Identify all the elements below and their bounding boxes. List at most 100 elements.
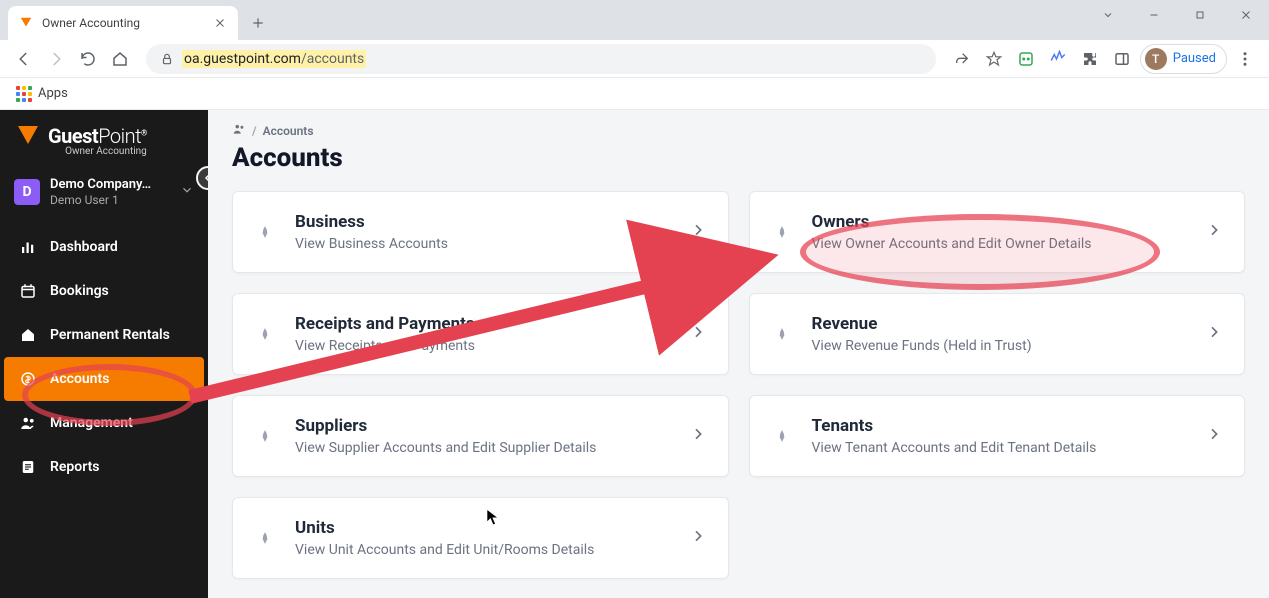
- chevron-right-icon: [1206, 324, 1222, 344]
- nav-reload-button[interactable]: [74, 45, 102, 73]
- pin-icon[interactable]: [772, 225, 792, 239]
- card-suppliers[interactable]: Suppliers View Supplier Accounts and Edit…: [232, 395, 729, 477]
- card-tenants[interactable]: Tenants View Tenant Accounts and Edit Ten…: [749, 395, 1246, 477]
- brand-subtitle: Owner Accounting: [48, 146, 147, 157]
- company-user: Demo User 1: [50, 193, 170, 207]
- pin-icon[interactable]: [772, 429, 792, 443]
- lock-icon: [160, 52, 174, 66]
- sidebar-item-dashboard[interactable]: Dashboard: [0, 225, 208, 269]
- brand-v-icon: [16, 124, 40, 152]
- window-dropdown-icon[interactable]: [1085, 0, 1131, 30]
- card-title: Tenants: [812, 416, 1187, 436]
- bookmarks-bar: Apps: [0, 78, 1269, 110]
- extension-green-icon[interactable]: [1012, 45, 1040, 73]
- pin-icon[interactable]: [255, 327, 275, 341]
- company-info: Demo Company… Demo User 1: [50, 177, 170, 207]
- chevron-right-icon: [1206, 426, 1222, 446]
- chevron-right-icon: [690, 528, 706, 548]
- bookmark-star-icon[interactable]: [980, 45, 1008, 73]
- breadcrumb-separator: /: [252, 124, 257, 138]
- document-icon: [18, 457, 38, 477]
- new-tab-button[interactable]: [244, 9, 272, 37]
- chevron-down-icon: [180, 182, 194, 201]
- app-root: GuestPoint® Owner Accounting D Demo Comp…: [0, 110, 1269, 598]
- house-icon: [18, 325, 38, 345]
- extension-blue-icon[interactable]: [1044, 45, 1072, 73]
- card-receipts-payments[interactable]: Receipts and Payments View Receipts and P…: [232, 293, 729, 375]
- card-units[interactable]: Units View Unit Accounts and Edit Unit/Ro…: [232, 497, 729, 579]
- sidebar-item-label: Bookings: [50, 283, 109, 299]
- kebab-menu-icon[interactable]: [1231, 45, 1259, 73]
- card-desc: View Owner Accounts and Edit Owner Detai…: [812, 236, 1187, 252]
- cards-grid: BusinessView Business Accounts OwnersVie…: [232, 191, 1245, 579]
- chart-bar-icon: [18, 237, 38, 257]
- breadcrumb: / Accounts: [232, 122, 1245, 139]
- sidebar-item-accounts[interactable]: Accounts: [4, 357, 204, 401]
- apps-label: Apps: [38, 86, 68, 101]
- sidebar-item-reports[interactable]: Reports: [0, 445, 208, 489]
- pin-icon[interactable]: [255, 225, 275, 239]
- users-icon: [18, 413, 38, 433]
- sidebar-item-label: Management: [50, 415, 133, 431]
- brand-logo: GuestPoint® Owner Accounting: [0, 110, 208, 163]
- card-desc: View Revenue Funds (Held in Trust): [812, 338, 1187, 354]
- share-icon[interactable]: [948, 45, 976, 73]
- calendar-icon: [18, 281, 38, 301]
- tab-title: Owner Accounting: [42, 16, 140, 30]
- nav-forward-button[interactable]: [42, 45, 70, 73]
- card-business[interactable]: BusinessView Business Accounts: [232, 191, 729, 273]
- sidebar-item-bookings[interactable]: Bookings: [0, 269, 208, 313]
- card-revenue[interactable]: Revenue View Revenue Funds (Held in Trust…: [749, 293, 1246, 375]
- window-minimize-icon[interactable]: [1131, 0, 1177, 30]
- sidebar-item-label: Reports: [50, 459, 100, 475]
- main-content: / Accounts Accounts BusinessView Busines…: [208, 110, 1269, 598]
- browser-address-bar: oa.guestpoint.com/accounts T Paused: [0, 40, 1269, 78]
- tab-favicon-icon: [18, 15, 34, 31]
- cursor-icon: [486, 508, 502, 528]
- card-title: Units: [295, 518, 670, 538]
- profile-avatar: T: [1145, 48, 1167, 70]
- url-input[interactable]: oa.guestpoint.com/accounts: [146, 44, 936, 74]
- card-desc: View Tenant Accounts and Edit Tenant Det…: [812, 440, 1187, 456]
- card-owners[interactable]: OwnersView Owner Accounts and Edit Owner…: [749, 191, 1246, 273]
- paused-label: Paused: [1173, 51, 1216, 66]
- sidebar: GuestPoint® Owner Accounting D Demo Comp…: [0, 110, 208, 598]
- sidebar-item-label: Accounts: [50, 371, 109, 387]
- breadcrumb-home-icon[interactable]: [232, 122, 246, 139]
- card-title: Suppliers: [295, 416, 670, 436]
- company-selector[interactable]: D Demo Company… Demo User 1: [10, 173, 198, 211]
- browser-tab[interactable]: Owner Accounting: [8, 6, 238, 40]
- chevron-right-icon: [690, 426, 706, 446]
- window-close-icon[interactable]: [1223, 0, 1269, 30]
- card-desc: View Unit Accounts and Edit Unit/Rooms D…: [295, 542, 670, 558]
- card-desc: View Supplier Accounts and Edit Supplier…: [295, 440, 670, 456]
- sidebar-item-permanent-rentals[interactable]: Permanent Rentals: [0, 313, 208, 357]
- pin-icon[interactable]: [255, 429, 275, 443]
- profile-paused-chip[interactable]: T Paused: [1140, 44, 1227, 74]
- chevron-right-icon: [1206, 222, 1222, 242]
- money-icon: [18, 369, 38, 389]
- sidebar-item-label: Permanent Rentals: [50, 327, 170, 343]
- extensions-puzzle-icon[interactable]: [1076, 45, 1104, 73]
- nav-back-button[interactable]: [10, 45, 38, 73]
- card-desc: View Receipts and Payments: [295, 338, 670, 354]
- breadcrumb-current: Accounts: [263, 124, 314, 138]
- pin-icon[interactable]: [255, 531, 275, 545]
- brand-name: GuestPoint®: [48, 124, 147, 148]
- sidebar-item-label: Dashboard: [50, 239, 118, 255]
- pin-icon[interactable]: [772, 327, 792, 341]
- url-text: oa.guestpoint.com/accounts: [182, 51, 366, 67]
- browser-tab-bar: Owner Accounting: [0, 0, 1269, 40]
- sidebar-item-management[interactable]: Management: [0, 401, 208, 445]
- apps-grid-icon: [16, 86, 32, 102]
- apps-shortcut[interactable]: Apps: [10, 82, 74, 106]
- nav-home-button[interactable]: [106, 45, 134, 73]
- window-maximize-icon[interactable]: [1177, 0, 1223, 30]
- card-title: Business: [295, 212, 670, 232]
- window-controls: [1085, 0, 1269, 30]
- card-title: Receipts and Payments: [295, 314, 670, 334]
- card-title: Revenue: [812, 314, 1187, 334]
- tab-close-icon[interactable]: [212, 15, 228, 31]
- sidepanel-icon[interactable]: [1108, 45, 1136, 73]
- chevron-right-icon: [690, 222, 706, 242]
